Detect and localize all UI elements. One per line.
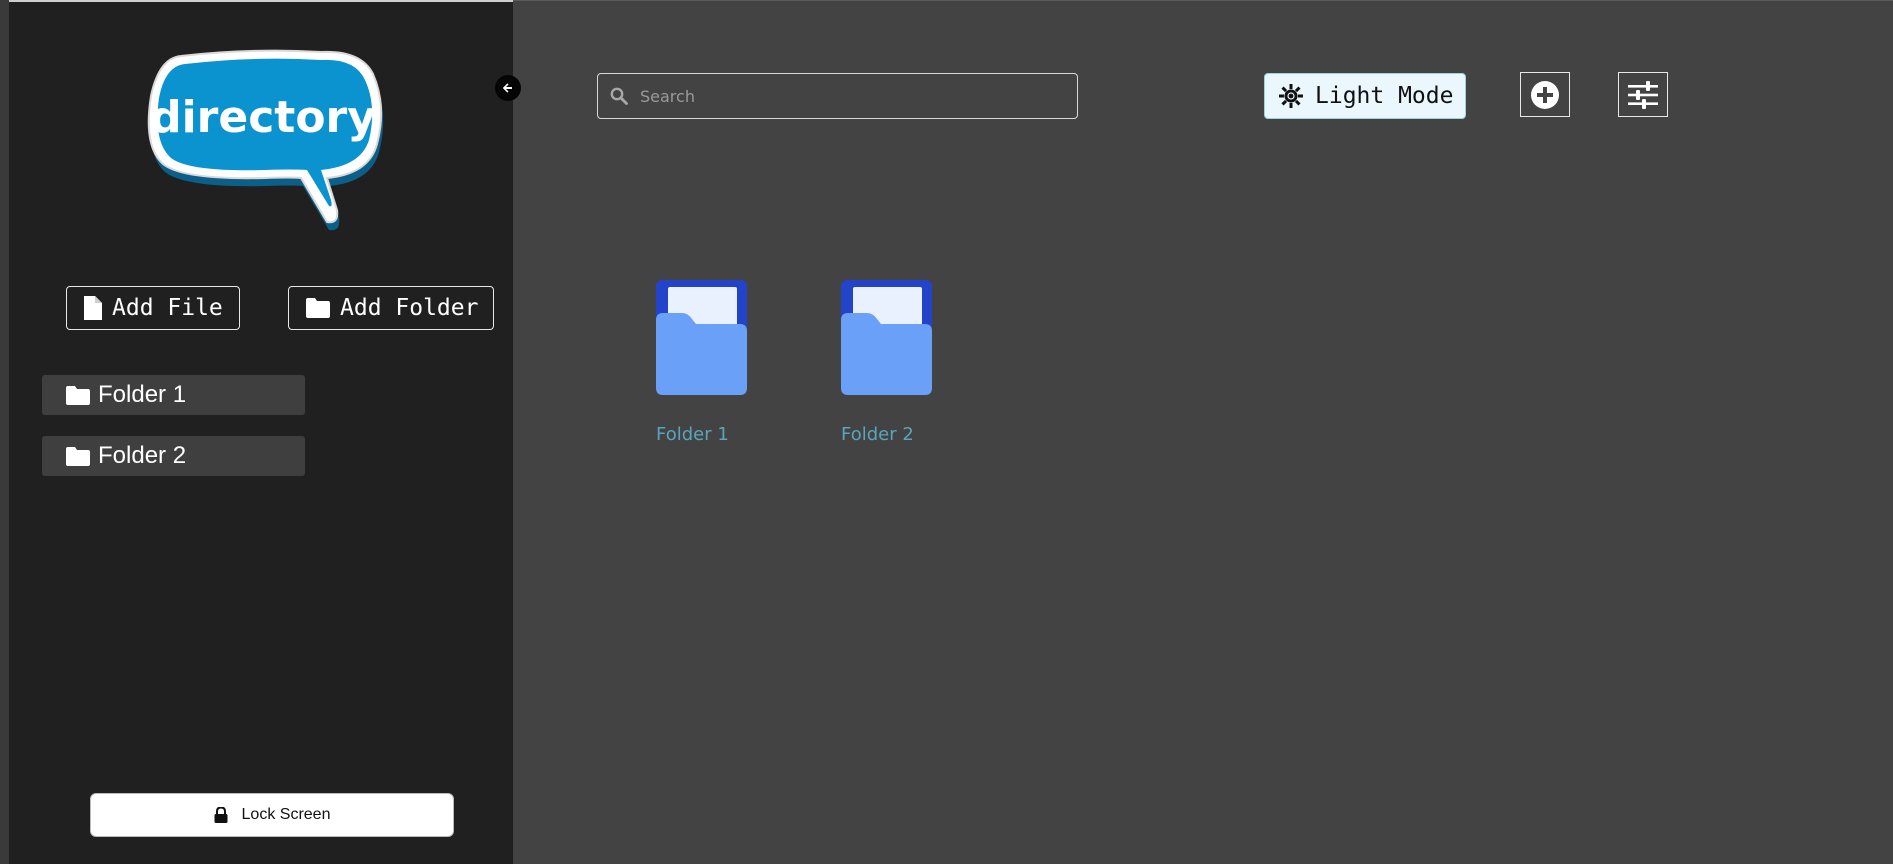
plus-circle-icon <box>1531 80 1559 109</box>
arrow-left-icon <box>502 83 512 93</box>
folder-icon <box>306 298 330 318</box>
folder-icon <box>841 280 932 395</box>
lock-screen-button[interactable]: Lock Screen <box>90 793 454 837</box>
folder-icon <box>66 446 90 466</box>
left-gutter <box>0 0 9 864</box>
add-file-label: Add File <box>112 295 223 321</box>
search-input[interactable] <box>638 85 1062 107</box>
sidebar-item-label: Folder 1 <box>98 381 187 408</box>
folder-label: Folder 2 <box>841 424 914 445</box>
sidebar-item-folder-1[interactable]: Folder 1 <box>42 375 305 415</box>
add-folder-label: Add Folder <box>340 295 479 321</box>
add-button[interactable] <box>1520 72 1570 117</box>
folder-icon <box>66 385 90 405</box>
app-window: directory Add File Add Folder Folder 1 F… <box>0 0 1893 864</box>
add-file-button[interactable]: Add File <box>66 286 240 330</box>
light-mode-button[interactable]: Light Mode <box>1264 73 1466 119</box>
sidebar-item-folder-2[interactable]: Folder 2 <box>42 436 305 476</box>
sun-icon <box>1279 84 1303 108</box>
folder-icon <box>656 280 747 395</box>
directory-logo: directory <box>147 49 384 231</box>
grid-folder-1[interactable]: Folder 1 <box>656 280 766 445</box>
add-folder-button[interactable]: Add Folder <box>288 286 494 330</box>
file-icon <box>84 296 102 320</box>
lock-screen-label: Lock Screen <box>241 806 331 823</box>
grid-folder-2[interactable]: Folder 2 <box>841 280 951 445</box>
sidebar: directory Add File Add Folder Folder 1 F… <box>9 0 521 864</box>
folder-label: Folder 1 <box>656 424 729 445</box>
sidebar-item-label: Folder 2 <box>98 442 187 469</box>
logo-text: directory <box>150 92 376 143</box>
light-mode-label: Light Mode <box>1315 83 1454 109</box>
search-bar[interactable] <box>597 73 1078 119</box>
search-icon <box>610 87 628 105</box>
lock-icon <box>214 807 228 823</box>
settings-button[interactable] <box>1618 72 1668 117</box>
sliders-icon <box>1628 80 1658 109</box>
collapse-sidebar-button[interactable] <box>495 75 521 101</box>
